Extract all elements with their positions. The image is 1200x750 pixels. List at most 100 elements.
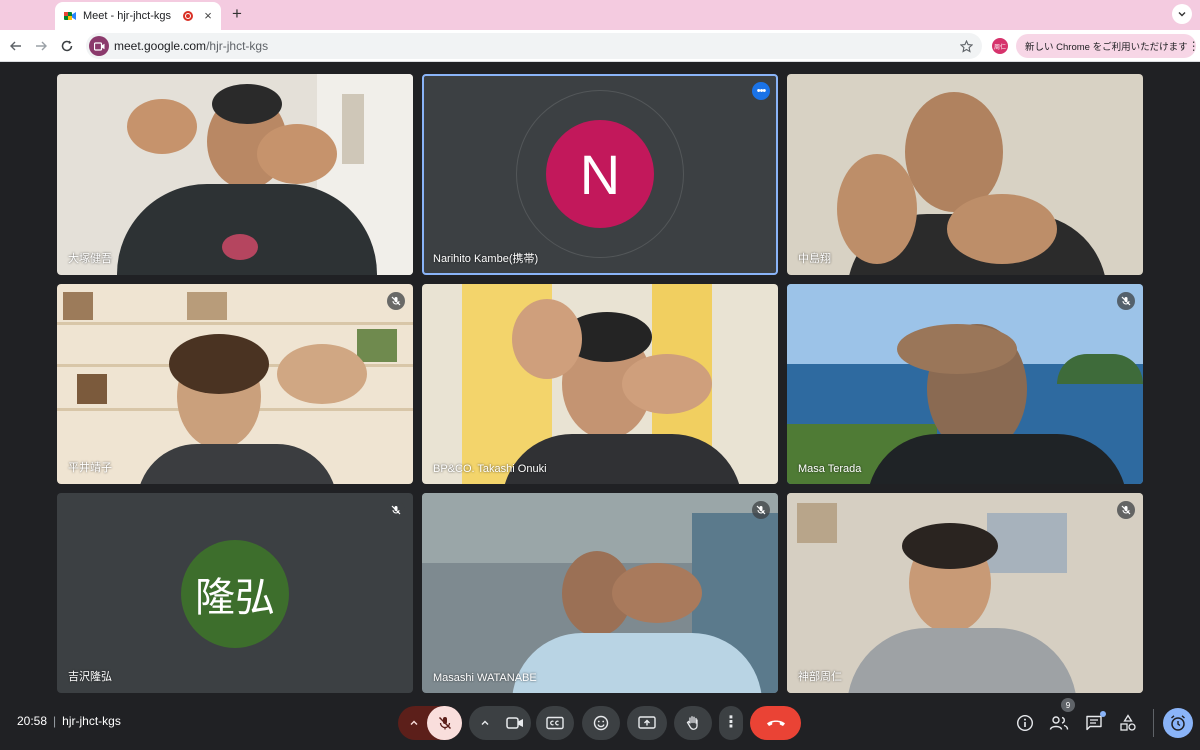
audio-options-button[interactable] [407,715,421,731]
video-person-hair [902,523,998,569]
mic-off-icon [1117,501,1135,519]
more-options-icon[interactable]: ••• [752,82,770,100]
meeting-control-bar: 20:58 | hjr-jhct-kgs ⋮ 9 [0,698,1200,750]
participant-tile-8[interactable]: Masashi WATANABE [422,493,778,693]
participant-tile-7[interactable]: 隆弘 吉沢隆弘 [57,493,413,693]
video-person-hand [947,194,1057,264]
browser-tab-meet[interactable]: Meet - hjr-jhct-kgs × [55,2,221,30]
participant-tile-2[interactable]: N ••• Narihito Kambe(携帯) [422,74,778,275]
reactions-button[interactable] [582,706,620,740]
meeting-code: hjr-jhct-kgs [62,714,121,728]
site-info-icon[interactable] [89,36,109,56]
chrome-update-label: 新しい Chrome をご利用いただけます [1025,42,1188,53]
mic-off-icon [752,501,770,519]
chat-icon [1086,715,1102,731]
arrow-left-icon [10,41,21,51]
video-background [187,292,227,320]
participant-tile-6[interactable]: Masa Terada [787,284,1143,484]
participant-tile-1[interactable]: 大塚健吾 [57,74,413,275]
meeting-details-button[interactable] [1014,712,1036,734]
mic-off-icon [1117,292,1135,310]
participant-name: BP&CO. Takashi Onuki [433,463,547,475]
forward-button[interactable] [31,36,51,56]
present-screen-button[interactable] [627,706,667,740]
video-background [57,322,413,325]
present-screen-icon [638,716,656,729]
video-person-hand [512,299,582,379]
people-icon [1049,716,1069,730]
raise-hand-button[interactable] [674,706,712,740]
host-controls-button[interactable] [1163,708,1193,738]
video-person-hand [612,563,702,623]
participant-name: Masa Terada [798,463,862,475]
camera-toggle-button[interactable] [499,706,531,740]
chevron-up-icon [410,720,418,725]
mic-off-icon [387,292,405,310]
video-person-body [867,434,1127,484]
video-person-hand [257,124,337,184]
video-background [77,374,107,404]
participant-avatar: N [546,120,654,228]
raise-hand-icon [686,716,698,730]
video-person-hair [212,84,282,124]
new-tab-button[interactable]: + [228,5,246,23]
leave-call-button[interactable] [750,706,801,740]
browser-menu-icon[interactable]: ⋮ [1188,40,1200,52]
meeting-separator: | [53,714,57,728]
chrome-update-button[interactable]: 新しい Chrome をご利用いただけます ⋮ [1016,34,1200,58]
profile-avatar[interactable]: 周仁 [992,38,1008,54]
video-logo-patch [222,234,258,260]
video-person-hand [622,354,712,414]
participant-name: 中島翔 [798,253,831,265]
activities-shapes-icon [1120,714,1136,731]
bookmark-star-icon[interactable] [958,38,974,54]
participant-name: Masashi WATANABE [433,672,537,684]
mic-group [398,706,462,740]
toolbar-divider [1153,709,1154,737]
video-person-hair [169,334,269,394]
google-meet-icon [63,9,77,23]
more-options-button[interactable]: ⋮ [719,706,743,740]
video-background [987,513,1067,573]
video-person-body [512,633,762,693]
video-background [797,503,837,543]
video-person-hand [837,154,917,264]
tab-search-button[interactable] [1172,4,1192,24]
participant-tile-5[interactable]: BP&CO. Takashi Onuki [422,284,778,484]
participant-tile-4[interactable]: 平井靖子 [57,284,413,484]
participant-name: 神部周仁 [798,671,842,683]
end-call-icon [766,720,785,726]
people-count-badge: 9 [1061,698,1075,712]
video-options-button[interactable] [478,715,492,731]
video-person-hand [277,344,367,404]
video-background [342,94,364,164]
url-path: /hjr-jhct-kgs [206,39,269,53]
chevron-up-icon [481,720,489,725]
back-button[interactable] [6,36,26,56]
participant-tile-9[interactable]: 神部周仁 [787,493,1143,693]
chevron-down-icon [1178,12,1186,17]
arrow-right-icon [36,41,47,51]
video-person-hand [897,324,1017,374]
video-person-body [137,444,337,484]
mic-off-icon [438,716,451,730]
participant-name: Narihito Kambe(携帯) [433,253,539,265]
captions-button[interactable] [536,706,574,740]
address-bar[interactable]: meet.google.com/hjr-jhct-kgs [86,33,982,59]
participant-name: 大塚健吾 [68,253,112,265]
activities-button[interactable] [1117,712,1139,734]
chat-button[interactable] [1083,711,1106,734]
alarm-clock-icon [1171,715,1185,731]
participant-tile-3[interactable]: 中島翔 [787,74,1143,275]
reload-icon [61,40,73,52]
participant-name: 平井靖子 [68,462,112,474]
participant-name: 吉沢隆弘 [68,671,112,683]
reload-button[interactable] [57,36,77,56]
mic-toggle-button[interactable] [427,706,462,740]
browser-tab-strip: Meet - hjr-jhct-kgs × + [0,0,1200,30]
close-tab-icon[interactable]: × [201,9,215,23]
participant-avatar: 隆弘 [181,540,289,648]
video-person-hand [127,99,197,154]
people-button[interactable] [1048,712,1070,734]
video-background [357,329,397,362]
